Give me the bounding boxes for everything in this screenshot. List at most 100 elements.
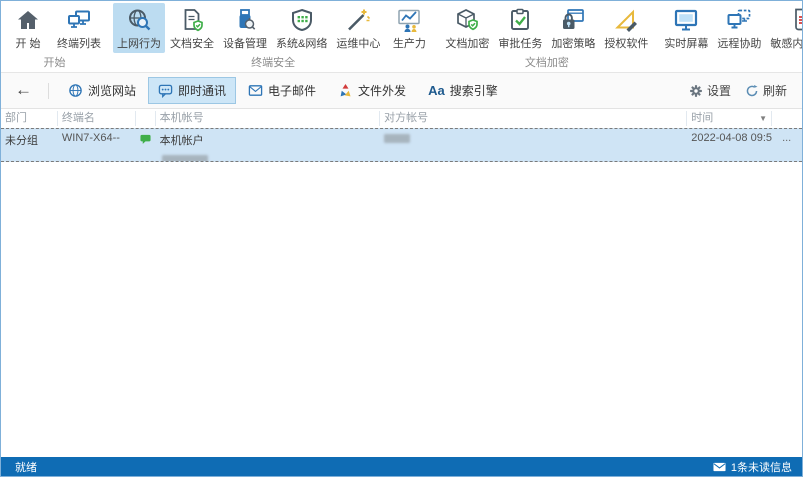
table-row[interactable]: 未分组WIN7-X64--本机帐户2022-04-08 09:56:00...	[1, 128, 802, 162]
column-header-time[interactable]: 时间 ▼	[687, 111, 772, 126]
redacted-peer-account	[384, 134, 410, 143]
refresh-button[interactable]: 刷新	[740, 80, 792, 101]
column-header-terminal-name[interactable]: 终端名	[58, 111, 136, 126]
cell-terminal-name: WIN7-X64--	[58, 129, 136, 161]
column-header-label: 终端名	[62, 111, 95, 126]
ribbon-button-label: 终端列表	[57, 35, 101, 51]
cell-status	[136, 129, 156, 161]
ribbon-button-productivity[interactable]: 生产力	[385, 3, 433, 53]
ribbon-button-web-behavior[interactable]: 上网行为	[113, 3, 165, 53]
terminal-list-icon	[66, 6, 92, 33]
remote-assist-icon	[726, 6, 752, 33]
ribbon-group-1: 上网行为文档安全设备管理系统&网络运维中心生产力终端安全	[112, 1, 434, 72]
table-header: 部门 终端名 本机帐号 对方帐号 时间 ▼	[1, 109, 802, 128]
ribbon-group-items: 上网行为文档安全设备管理系统&网络运维中心生产力	[113, 3, 433, 53]
column-header-label: 本机帐号	[160, 111, 204, 126]
ribbon-button-system-network[interactable]: 系统&网络	[272, 3, 331, 53]
column-header-status[interactable]	[136, 111, 156, 126]
column-header-peer-account[interactable]: 对方帐号	[380, 111, 687, 126]
refresh-icon	[745, 84, 759, 98]
device-management-icon	[232, 6, 258, 33]
system-network-icon	[289, 6, 315, 33]
ribbon-button-label: 敏感内容扫描	[770, 35, 803, 51]
ribbon-button-label: 远程协助	[717, 35, 761, 51]
secondary-toolbar: ← 浏览网站即时通讯 电子邮件文件外发 Aa 搜索引擎 设置 刷新	[1, 73, 802, 109]
column-header-local-account[interactable]: 本机帐号	[156, 111, 380, 126]
envelope-icon	[713, 462, 726, 472]
ribbon-button-encryption-policy[interactable]: 加密策略	[547, 3, 599, 53]
mail-icon	[248, 83, 263, 98]
ribbon-button-remote-assist[interactable]: 远程协助	[713, 3, 765, 53]
aa-icon: Aa	[428, 84, 445, 97]
globe-icon	[68, 83, 83, 98]
tab-instant-messaging[interactable]: 即时通讯	[148, 77, 236, 104]
ribbon-button-label: 开 始	[15, 35, 40, 51]
column-header-more[interactable]	[772, 111, 802, 126]
status-bar: 就绪 1条未读信息	[1, 457, 802, 476]
sensitive-scan-icon	[790, 6, 803, 33]
authorized-software-icon	[613, 6, 639, 33]
column-header-department[interactable]: 部门	[1, 111, 58, 126]
ribbon-button-label: 文档加密	[445, 35, 489, 51]
ribbon-button-label: 运维中心	[336, 35, 380, 51]
doc-encryption-icon	[454, 6, 480, 33]
ribbon-group-3: 实时屏幕远程协助敏感内容扫描库&模板报表中心更多...工具	[659, 1, 803, 72]
column-header-label: 对方帐号	[384, 111, 428, 126]
ribbon-button-realtime-screen[interactable]: 实时屏幕	[660, 3, 712, 53]
redacted-account-detail	[162, 155, 208, 161]
unread-message-text: 1条未读信息	[731, 459, 792, 475]
column-header-label: 时间	[691, 111, 713, 126]
ribbon-button-terminal-list[interactable]: 终端列表	[53, 3, 105, 53]
ribbon-button-start[interactable]: 开 始	[4, 3, 52, 53]
ribbon-button-label: 实时屏幕	[664, 35, 708, 51]
status-ready-text: 就绪	[15, 459, 37, 475]
app-window: 开 始终端列表开始上网行为文档安全设备管理系统&网络运维中心生产力终端安全文档加…	[0, 0, 803, 477]
tab-label: 电子邮件	[268, 82, 316, 99]
ribbon-group-label: 工具	[660, 53, 803, 73]
column-header-label: 部门	[5, 111, 27, 126]
file-outgoing-icon	[338, 83, 353, 98]
ribbon-button-doc-security[interactable]: 文档安全	[166, 3, 218, 53]
cell-time: 2022-04-08 09:56:00	[687, 129, 772, 161]
ribbon-group-label: 文档加密	[441, 53, 652, 73]
ribbon-button-sensitive-scan[interactable]: 敏感内容扫描	[766, 3, 803, 53]
toolbar-tabs: 浏览网站即时通讯 电子邮件文件外发 Aa 搜索引擎	[57, 77, 509, 104]
back-arrow-icon: ←	[15, 80, 32, 99]
back-button[interactable]: ←	[11, 81, 40, 100]
toolbar-actions: 设置 刷新	[684, 80, 792, 101]
ribbon-button-label: 审批任务	[498, 35, 542, 51]
ribbon-group-items: 文档加密审批任务加密策略授权软件	[441, 3, 652, 53]
cell-department: 未分组	[1, 129, 58, 161]
action-label: 设置	[707, 82, 731, 99]
tab-file-outgoing[interactable]: 文件外发	[328, 77, 416, 104]
ribbon-button-doc-encryption[interactable]: 文档加密	[441, 3, 493, 53]
tab-browse-website[interactable]: 浏览网站	[58, 77, 146, 104]
toolbar-divider	[48, 83, 49, 99]
ribbon-button-ops-center[interactable]: 运维中心	[332, 3, 384, 53]
ribbon-button-label: 上网行为	[117, 35, 161, 51]
ribbon-group-label: 终端安全	[113, 53, 433, 73]
ribbon-group-label: 开始	[4, 53, 105, 73]
ribbon-group-items: 实时屏幕远程协助敏感内容扫描库&模板报表中心更多...	[660, 3, 803, 53]
productivity-icon	[396, 6, 422, 33]
tab-email[interactable]: 电子邮件	[238, 77, 326, 104]
tab-label: 浏览网站	[88, 82, 136, 99]
cell-peer-account	[380, 129, 687, 161]
ribbon-button-label: 生产力	[393, 35, 426, 51]
sort-desc-icon: ▼	[759, 111, 767, 126]
table-empty-area	[1, 162, 802, 457]
ribbon-button-device-management[interactable]: 设备管理	[219, 3, 271, 53]
gear-icon	[689, 84, 703, 98]
ribbon-button-approval-task[interactable]: 审批任务	[494, 3, 546, 53]
action-label: 刷新	[763, 82, 787, 99]
web-behavior-icon	[126, 6, 152, 33]
table-body: 未分组WIN7-X64--本机帐户2022-04-08 09:56:00...	[1, 128, 802, 162]
tab-label: 搜索引擎	[450, 82, 498, 99]
doc-security-icon	[179, 6, 205, 33]
unread-message-indicator[interactable]: 1条未读信息	[713, 459, 792, 475]
approval-task-icon	[507, 6, 533, 33]
settings-button[interactable]: 设置	[684, 80, 736, 101]
ribbon-button-authorized-software[interactable]: 授权软件	[600, 3, 652, 53]
row-more-button[interactable]: ...	[772, 129, 802, 161]
tab-search-engine[interactable]: Aa 搜索引擎	[418, 77, 508, 104]
